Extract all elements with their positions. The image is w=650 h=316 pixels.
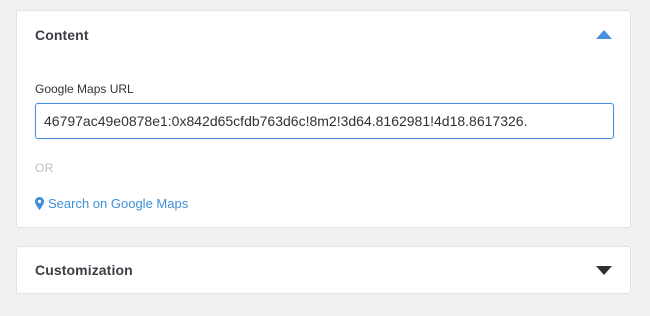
customization-panel: Customization — [16, 246, 631, 294]
google-maps-url-input[interactable] — [35, 103, 614, 139]
content-panel-title: Content — [35, 27, 89, 43]
google-maps-url-label: Google Maps URL — [35, 82, 134, 96]
content-panel: Content Google Maps URL OR Search on Goo… — [16, 10, 631, 228]
content-panel-header[interactable]: Content — [17, 11, 630, 59]
search-on-google-maps-link[interactable]: Search on Google Maps — [35, 196, 188, 211]
customization-panel-title: Customization — [35, 262, 133, 278]
caret-down-icon[interactable] — [596, 266, 612, 275]
or-separator: OR — [35, 161, 54, 175]
caret-up-icon[interactable] — [596, 30, 612, 39]
customization-panel-header[interactable]: Customization — [17, 247, 630, 295]
search-link-label: Search on Google Maps — [48, 196, 189, 211]
map-marker-icon — [35, 197, 44, 210]
